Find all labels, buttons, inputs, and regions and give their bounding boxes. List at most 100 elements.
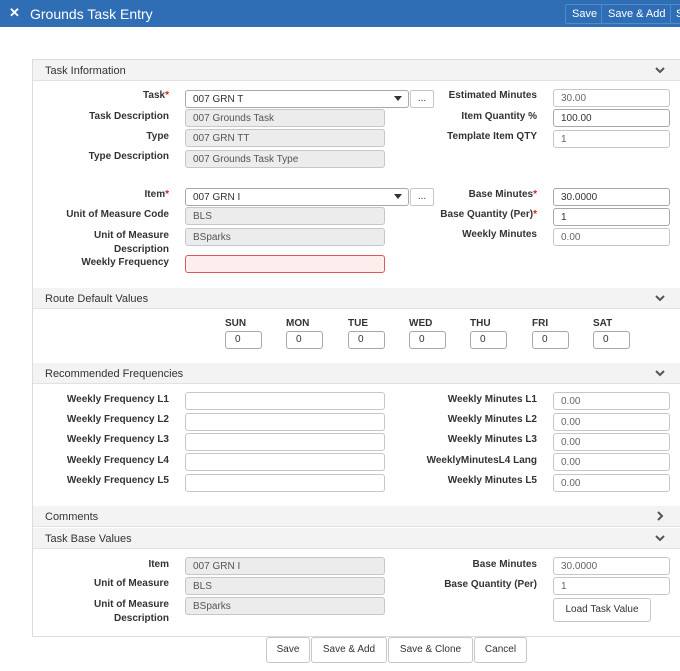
estimated-minutes-field: 30.00 — [553, 89, 670, 107]
base-minutes-input[interactable]: 30.0000 — [553, 188, 670, 206]
save-button[interactable]: Save — [266, 637, 310, 663]
weekly-frequency-l1-label: Weekly Frequency L1 — [66, 394, 169, 405]
section-title: Recommended Frequencies — [45, 368, 184, 380]
day-input-tue[interactable]: 0 — [348, 331, 385, 349]
type-field: 007 GRN TT — [185, 129, 385, 147]
day-label-mon: MON — [286, 318, 310, 329]
base-quantity-label: Base Quantity (Per)* — [440, 209, 537, 220]
item-select[interactable]: 007 GRN I — [185, 188, 409, 206]
day-input-mon[interactable]: 0 — [286, 331, 323, 349]
base-values-quantity-field: 1 — [553, 577, 670, 595]
day-input-wed[interactable]: 0 — [409, 331, 446, 349]
chevron-down-icon[interactable] — [654, 64, 666, 76]
base-uom-field: BLS — [185, 577, 385, 595]
weekly-frequency-input[interactable] — [185, 255, 385, 273]
uom-code-field: BLS — [185, 207, 385, 225]
day-label-fri: FRI — [532, 318, 549, 329]
weekly-frequency-l1-input[interactable] — [185, 392, 385, 410]
weekly-minutes-l5-label: Weekly Minutes L5 — [447, 475, 537, 486]
weekly-minutes-label: Weekly Minutes — [462, 229, 537, 240]
type-description-field: 007 Grounds Task Type — [185, 150, 385, 168]
weekly-minutes-l1-label: Weekly Minutes L1 — [447, 394, 537, 405]
section-title: Task Information — [45, 65, 126, 77]
dropdown-arrow-icon — [394, 194, 402, 199]
weekly-minutes-l4-field: 0.00 — [553, 453, 670, 471]
estimated-minutes-label: Estimated Minutes — [448, 90, 537, 101]
chevron-down-icon[interactable] — [654, 292, 666, 304]
item-label: Item* — [144, 189, 169, 200]
base-item-field: 007 GRN I — [185, 557, 385, 575]
dropdown-arrow-icon — [394, 96, 402, 101]
uom-code-label: Unit of Measure Code — [66, 209, 169, 220]
section-title: Route Default Values — [45, 293, 149, 305]
base-quantity-input[interactable]: 1 — [553, 208, 670, 226]
base-values-minutes-label: Base Minutes — [472, 559, 537, 570]
task-information-header[interactable]: Task Information — [33, 60, 680, 81]
comments-header[interactable]: Comments — [33, 506, 680, 527]
chevron-right-icon[interactable] — [654, 510, 666, 522]
template-item-qty-field: 1 — [553, 130, 670, 148]
close-icon[interactable]: ✕ — [9, 5, 20, 21]
title-bar: ✕ Grounds Task Entry Save Save & Add S — [0, 0, 680, 27]
day-label-sat: SAT — [593, 318, 613, 329]
weekly-minutes-l1-field: 0.00 — [553, 392, 670, 410]
uom-description-field: BSparks — [185, 228, 385, 246]
task-label: Task* — [143, 90, 169, 101]
base-values-quantity-label: Base Quantity (Per) — [444, 579, 537, 590]
base-uom-label: Unit of Measure — [93, 578, 169, 589]
route-defaults-header[interactable]: Route Default Values — [33, 288, 680, 309]
top-save-add-button[interactable]: Save & Add — [601, 4, 673, 24]
top-overflow-button[interactable]: S — [670, 4, 680, 24]
task-select[interactable]: 007 GRN T — [185, 90, 409, 108]
item-quantity-input[interactable]: 100.00 — [553, 109, 670, 127]
weekly-frequency-l3-input[interactable] — [185, 433, 385, 451]
top-save-button[interactable]: Save — [565, 4, 605, 24]
base-item-label: Item — [148, 559, 169, 570]
day-input-thu[interactable]: 0 — [470, 331, 507, 349]
section-title: Task Base Values — [45, 533, 132, 545]
weekly-frequency-l2-input[interactable] — [185, 413, 385, 431]
type-description-label: Type Description — [88, 151, 169, 162]
cancel-button[interactable]: Cancel — [474, 637, 527, 663]
day-label-sun: SUN — [225, 318, 247, 329]
task-description-field: 007 Grounds Task — [185, 109, 385, 127]
weekly-minutes-l4-label: WeeklyMinutesL4 Lang — [426, 455, 537, 466]
weekly-minutes-field: 0.00 — [553, 228, 670, 246]
window-title: Grounds Task Entry — [30, 6, 153, 22]
day-label-thu: THU — [470, 318, 491, 329]
day-input-fri[interactable]: 0 — [532, 331, 569, 349]
section-title: Comments — [45, 511, 99, 523]
weekly-minutes-l3-field: 0.00 — [553, 433, 670, 451]
base-uom-description-label: Unit of Measure Description — [93, 599, 169, 624]
save-clone-button[interactable]: Save & Clone — [388, 637, 473, 663]
chevron-down-icon[interactable] — [654, 532, 666, 544]
weekly-frequency-l4-label: Weekly Frequency L4 — [66, 455, 169, 466]
item-quantity-label: Item Quantity % — [461, 111, 537, 122]
weekly-frequency-l2-label: Weekly Frequency L2 — [66, 414, 169, 425]
weekly-minutes-l2-label: Weekly Minutes L2 — [447, 414, 537, 425]
task-description-label: Task Description — [89, 111, 169, 122]
weekly-frequency-l4-input[interactable] — [185, 453, 385, 471]
weekly-frequency-l3-label: Weekly Frequency L3 — [66, 434, 169, 445]
base-minutes-label: Base Minutes* — [468, 189, 537, 200]
day-input-sun[interactable]: 0 — [225, 331, 262, 349]
template-item-qty-label: Template Item QTY — [447, 131, 537, 142]
day-label-wed: WED — [409, 318, 433, 329]
chevron-down-icon[interactable] — [654, 367, 666, 379]
weekly-minutes-l5-field: 0.00 — [553, 474, 670, 492]
day-label-tue: TUE — [348, 318, 368, 329]
load-task-value-button[interactable]: Load Task Value — [553, 598, 651, 622]
weekly-minutes-l3-label: Weekly Minutes L3 — [447, 434, 537, 445]
weekly-frequency-l5-input[interactable] — [185, 474, 385, 492]
task-base-values-header[interactable]: Task Base Values — [33, 528, 680, 549]
base-uom-description-field: BSparks — [185, 597, 385, 615]
type-label: Type — [146, 131, 169, 142]
weekly-frequency-label: Weekly Frequency — [81, 257, 169, 268]
weekly-frequency-l5-label: Weekly Frequency L5 — [66, 475, 169, 486]
base-values-minutes-field: 30.0000 — [553, 557, 670, 575]
day-input-sat[interactable]: 0 — [593, 331, 630, 349]
save-add-button[interactable]: Save & Add — [311, 637, 387, 663]
uom-description-label: Unit of Measure Description — [93, 230, 169, 255]
recommended-frequencies-header[interactable]: Recommended Frequencies — [33, 363, 680, 384]
weekly-minutes-l2-field: 0.00 — [553, 413, 670, 431]
